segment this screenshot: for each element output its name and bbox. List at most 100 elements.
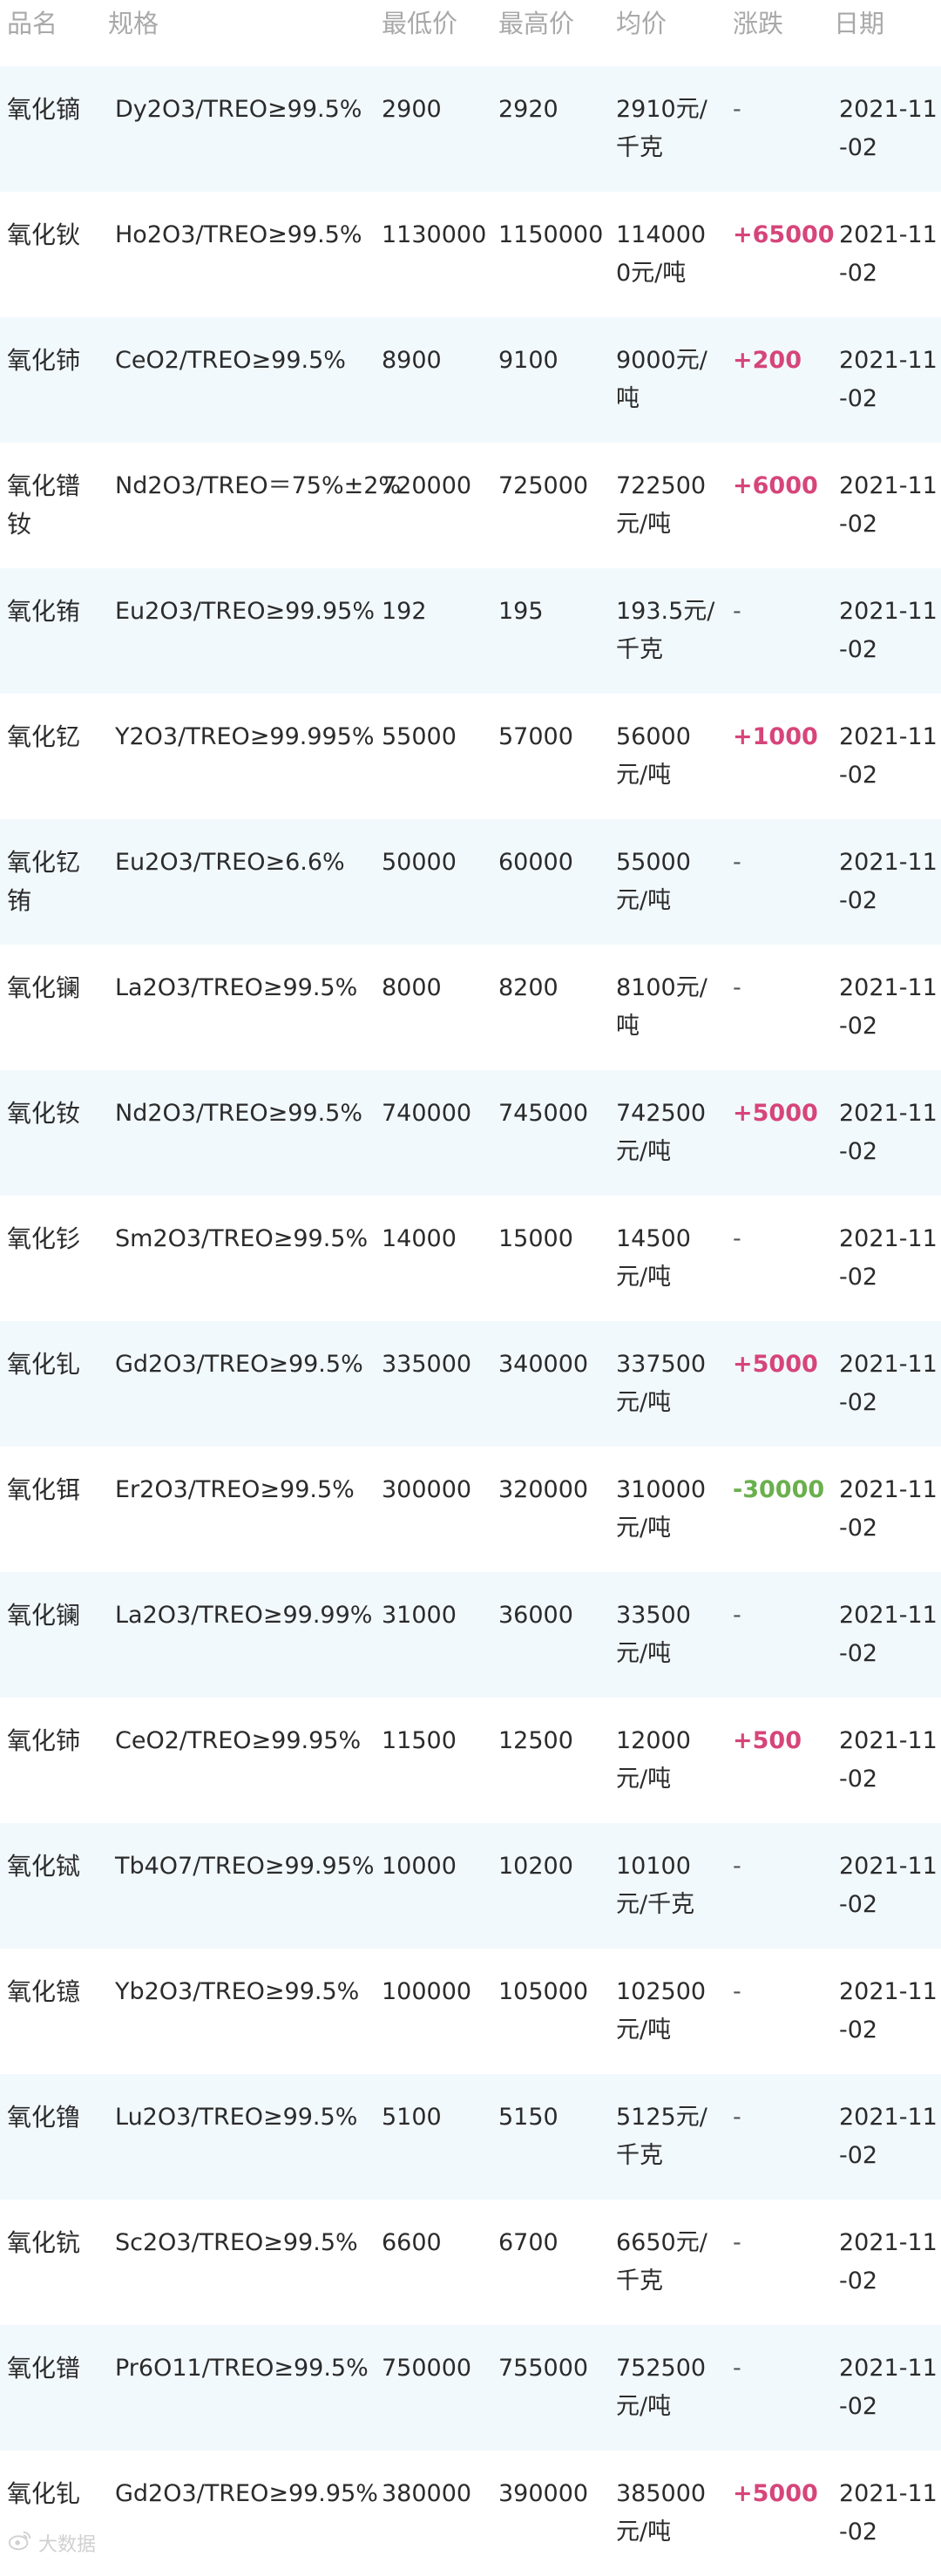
- cell-low-price: 55000: [382, 723, 457, 750]
- cell-change: +5000: [733, 1351, 818, 1378]
- cell-change: -30000: [733, 1476, 825, 1503]
- cell-avg-price: 752500元/吨: [616, 2355, 707, 2420]
- cell-spec: Tb4O7/TREO≥99.95%: [115, 1853, 375, 1880]
- header-avg-price: 均价: [616, 9, 667, 38]
- header-date: 日期: [834, 9, 885, 38]
- cell-change: +5000: [733, 1100, 818, 1127]
- cell-name: 氧化钇: [7, 722, 81, 751]
- cell-high-price: 195: [498, 598, 544, 625]
- cell-date: 2021-11-02: [839, 2355, 938, 2420]
- cell-low-price: 31000: [382, 1602, 457, 1629]
- table-row: 氧化铕 Eu2O3/TREO≥99.95% 192 195 193.5元/千克 - 2021…: [0, 568, 941, 694]
- cell-avg-price: 8100元/吨: [616, 974, 707, 1040]
- table-row: 氧化镥 Lu2O3/TREO≥99.5% 5100 5150 5125元/千克 - 2021…: [0, 2074, 941, 2200]
- cell-date: 2021-11-02: [839, 2480, 938, 2545]
- cell-high-price: 8200: [498, 974, 559, 1001]
- cell-change: -: [733, 849, 741, 876]
- cell-avg-price: 12000元/吨: [616, 1727, 691, 1793]
- cell-high-price: 60000: [498, 849, 573, 876]
- cell-spec: Nd2O3/TREO≥99.5%: [115, 1100, 363, 1127]
- cell-change: +6000: [733, 472, 818, 499]
- cell-date: 2021-11-02: [839, 723, 938, 789]
- cell-date: 2021-11-02: [839, 1351, 938, 1416]
- cell-spec: Sm2O3/TREO≥99.5%: [115, 1225, 369, 1252]
- cell-change: -: [733, 2104, 741, 2131]
- cell-name: 氧化钇铕: [7, 848, 81, 915]
- cell-low-price: 10000: [382, 1853, 457, 1880]
- cell-change: +65000: [733, 221, 835, 248]
- cell-avg-price: 742500元/吨: [616, 1100, 707, 1165]
- cell-name: 氧化钐: [7, 1224, 81, 1253]
- cell-change: -: [733, 96, 741, 123]
- cell-name: 氧化钬: [7, 220, 81, 249]
- cell-date: 2021-11-02: [839, 974, 938, 1040]
- cell-name: 氧化镱: [7, 1977, 81, 2006]
- cell-low-price: 720000: [382, 472, 472, 499]
- cell-name: 氧化铒: [7, 1475, 81, 1504]
- cell-high-price: 5150: [498, 2104, 559, 2131]
- cell-avg-price: 6650元/千克: [616, 2229, 707, 2295]
- cell-date: 2021-11-02: [839, 2229, 938, 2295]
- table-row: 氧化钇 Y2O3/TREO≥99.995% 55000 57000 56000元/吨 +1…: [0, 694, 941, 819]
- table-row: 氧化钐 Sm2O3/TREO≥99.5% 14000 15000 14500元/吨 - 20…: [0, 1196, 941, 1321]
- cell-spec: La2O3/TREO≥99.5%: [115, 974, 358, 1001]
- cell-change: -: [733, 1225, 741, 1252]
- cell-avg-price: 55000元/吨: [616, 849, 691, 914]
- cell-change: -: [733, 1853, 741, 1880]
- cell-high-price: 9100: [498, 347, 559, 374]
- cell-change: +500: [733, 1727, 802, 1754]
- table-row: 氧化镨 Pr6O11/TREO≥99.5% 750000 755000 752500元/…: [0, 2325, 941, 2451]
- cell-name: 氧化铈: [7, 346, 81, 375]
- table-row: 氧化铽 Tb4O7/TREO≥99.95% 10000 10200 10100元/千克 -…: [0, 1823, 941, 1949]
- cell-date: 2021-11-02: [839, 1476, 938, 1542]
- cell-spec: Eu2O3/TREO≥6.6%: [115, 849, 345, 876]
- header-high-price: 最高价: [498, 9, 575, 38]
- cell-low-price: 8000: [382, 974, 442, 1001]
- cell-avg-price: 14500元/吨: [616, 1225, 691, 1291]
- cell-low-price: 740000: [382, 1100, 472, 1127]
- header-name: 品名: [7, 9, 58, 38]
- cell-avg-price: 56000元/吨: [616, 723, 691, 789]
- cell-low-price: 192: [382, 598, 427, 625]
- cell-name: 氧化镨钕: [7, 471, 81, 539]
- cell-change: -: [733, 2355, 741, 2382]
- cell-high-price: 1150000: [498, 221, 604, 248]
- cell-spec: Yb2O3/TREO≥99.5%: [115, 1978, 360, 2005]
- cell-spec: Pr6O11/TREO≥99.5%: [115, 2355, 369, 2382]
- cell-low-price: 14000: [382, 1225, 457, 1252]
- cell-date: 2021-11-02: [839, 96, 938, 161]
- table-row: 氧化铈 CeO2/TREO≥99.5% 8900 9100 9000元/吨 +200 202…: [0, 317, 941, 443]
- cell-spec: Sc2O3/TREO≥99.5%: [115, 2229, 358, 2256]
- cell-avg-price: 310000元/吨: [616, 1476, 707, 1542]
- cell-date: 2021-11-02: [839, 598, 938, 663]
- cell-low-price: 5100: [382, 2104, 442, 2131]
- cell-spec: Dy2O3/TREO≥99.5%: [115, 96, 362, 123]
- price-table: 品名 规格 最低价 最高价 均价 涨跌 日期 氧化镝 Dy2O3/TREO≥99.…: [0, 0, 941, 2576]
- cell-date: 2021-11-02: [839, 1978, 938, 2044]
- cell-change: -: [733, 974, 741, 1001]
- cell-name: 氧化钆: [7, 1350, 81, 1379]
- cell-low-price: 100000: [382, 1978, 472, 2005]
- cell-name: 氧化钕: [7, 1099, 81, 1128]
- cell-low-price: 750000: [382, 2355, 472, 2382]
- table-row: 氧化钬 Ho2O3/TREO≥99.5% 1130000 1150000 1140000…: [0, 192, 941, 317]
- cell-change: +200: [733, 347, 802, 374]
- table-header-row: 品名 规格 最低价 最高价 均价 涨跌 日期: [0, 0, 941, 66]
- cell-spec: Lu2O3/TREO≥99.5%: [115, 2104, 358, 2131]
- cell-date: 2021-11-02: [839, 1727, 938, 1793]
- table-row: 氧化铒 Er2O3/TREO≥99.5% 300000 320000 310000元/吨…: [0, 1447, 941, 1572]
- table-row: 氧化钕 Nd2O3/TREO≥99.5% 740000 745000 742500元/吨…: [0, 1070, 941, 1196]
- table-row: 氧化镧 La2O3/TREO≥99.99% 31000 36000 33500元/吨 - 2…: [0, 1572, 941, 1698]
- cell-name: 氧化铕: [7, 597, 81, 626]
- table-row: 氧化镝 Dy2O3/TREO≥99.5% 2900 2920 2910元/千克 - 2021…: [0, 66, 941, 192]
- table-row: 氧化铈 CeO2/TREO≥99.95% 11500 12500 12000元/吨 +50…: [0, 1698, 941, 1823]
- cell-spec: La2O3/TREO≥99.99%: [115, 1602, 373, 1629]
- cell-high-price: 320000: [498, 1476, 589, 1503]
- cell-spec: Er2O3/TREO≥99.5%: [115, 1476, 355, 1503]
- cell-spec: Ho2O3/TREO≥99.5%: [115, 221, 362, 248]
- cell-high-price: 6700: [498, 2229, 559, 2256]
- cell-name: 氧化钪: [7, 2228, 81, 2257]
- cell-change: -: [733, 598, 741, 625]
- cell-spec: Eu2O3/TREO≥99.95%: [115, 598, 376, 625]
- cell-low-price: 2900: [382, 96, 442, 123]
